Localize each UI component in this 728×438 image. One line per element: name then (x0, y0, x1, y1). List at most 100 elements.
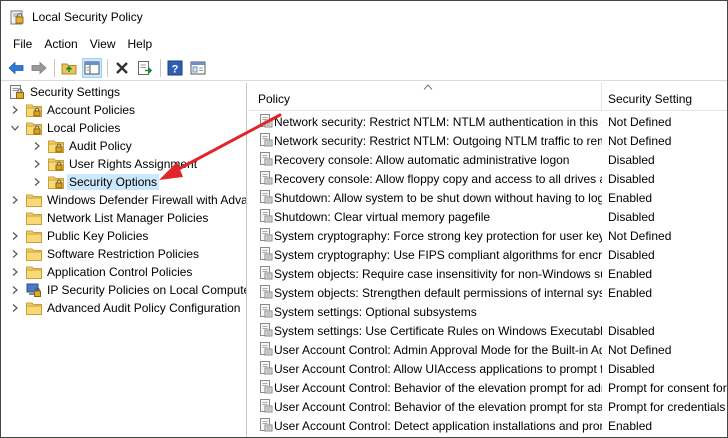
chevron-right-icon[interactable] (9, 284, 21, 296)
policy-security-setting: Not Defined (608, 115, 672, 129)
policy-name: System settings: Optional subsystems (274, 305, 477, 319)
security-policy-app-icon (10, 10, 24, 25)
forward-arrow-icon (31, 61, 47, 74)
tree-item-label: Account Policies (47, 103, 136, 117)
title-bar[interactable]: Local Security Policy (1, 1, 727, 33)
tree-item-label: Public Key Policies (47, 229, 149, 243)
policy-row[interactable]: System settings: Use Certificate Rules o… (249, 321, 727, 340)
properties-button[interactable] (188, 58, 208, 78)
show-hide-console-tree-button[interactable] (82, 57, 102, 78)
list-header: Policy Security Setting (249, 83, 727, 111)
ip-security-icon (26, 283, 42, 297)
column-header-security-setting[interactable]: Security Setting (608, 92, 692, 106)
policy-security-setting: Not Defined (608, 229, 672, 243)
tree-item-advanced-audit-policy-configuration[interactable]: Advanced Audit Policy Configuration (9, 299, 242, 317)
chevron-right-icon[interactable] (9, 266, 21, 278)
policy-security-setting: Not Defined (608, 134, 672, 148)
policy-row[interactable]: System settings: Optional subsystems (249, 302, 727, 321)
tree-item-ip-security-policies-on-local-computer[interactable]: IP Security Policies on Local Computer (9, 281, 246, 299)
tree-item-windows-defender-firewall-with-advanced-security[interactable]: Windows Defender Firewall with Advanced … (9, 191, 246, 209)
policy-icon (259, 247, 273, 261)
chevron-right-icon[interactable] (9, 230, 21, 242)
chevron-right-icon[interactable] (9, 194, 21, 206)
policy-security-setting: Enabled (608, 267, 653, 281)
policy-icon (259, 304, 273, 318)
forward-button[interactable] (29, 58, 49, 78)
tree-item-security-options[interactable]: Security Options (31, 173, 160, 191)
tree-item-network-list-manager-policies[interactable]: Network List Manager Policies (9, 209, 210, 227)
toolbar: ? (1, 55, 727, 81)
chevron-down-icon[interactable] (9, 122, 21, 134)
menu-view[interactable]: View (84, 37, 122, 51)
properties-icon (190, 61, 206, 74)
policy-row[interactable]: Shutdown: Allow system to be shut down w… (249, 188, 727, 207)
menu-help[interactable]: Help (122, 37, 159, 51)
policy-row[interactable]: User Account Control: Allow UIAccess app… (249, 359, 727, 378)
policy-icon (259, 228, 273, 242)
tree-item-label: Security Settings (30, 85, 121, 99)
policy-name: Network security: Restrict NTLM: Outgoin… (274, 134, 602, 148)
console-tree: Security Settings Account Policies Local P… (1, 83, 247, 437)
chevron-right-icon[interactable] (9, 302, 21, 314)
toolbar-separator (54, 58, 55, 77)
policy-name: User Account Control: Behavior of the el… (274, 381, 602, 395)
policy-security-setting: Disabled (608, 362, 655, 376)
folder-icon (26, 247, 42, 261)
tree-item-application-control-policies[interactable]: Application Control Policies (9, 263, 194, 281)
tree-item-local-policies[interactable]: Local Policies (9, 119, 122, 137)
folder-icon (26, 193, 42, 207)
tree-item-label: Security Options (67, 174, 160, 190)
policy-row[interactable]: Shutdown: Clear virtual memory pagefile D… (249, 207, 727, 226)
policy-security-setting: Disabled (608, 153, 655, 167)
tree-item-account-policies[interactable]: Account Policies (9, 101, 137, 119)
tree-item-public-key-policies[interactable]: Public Key Policies (9, 227, 150, 245)
policy-security-setting: Prompt for consent for non-Windows binar… (608, 381, 727, 395)
policy-icon (259, 209, 273, 223)
policy-icon (259, 399, 273, 413)
policy-row[interactable]: User Account Control: Detect application… (249, 416, 727, 435)
chevron-right-icon[interactable] (9, 248, 21, 260)
tree-item-security-settings[interactable]: Security Settings (9, 83, 122, 101)
delete-button[interactable] (112, 58, 132, 78)
policy-security-setting: Not Defined (608, 343, 672, 357)
policy-row[interactable]: Network security: Restrict NTLM: Outgoin… (249, 131, 727, 150)
column-header-policy[interactable]: Policy (258, 92, 290, 106)
tree-item-user-rights-assignment[interactable]: User Rights Assignment (31, 155, 199, 173)
policy-row[interactable]: System objects: Strengthen default permi… (249, 283, 727, 302)
menu-action[interactable]: Action (38, 37, 83, 51)
policy-security-setting: Enabled (608, 191, 653, 205)
policy-row[interactable]: System cryptography: Use FIPS compliant … (249, 245, 727, 264)
chevron-right-icon[interactable] (9, 104, 21, 116)
back-button[interactable] (6, 58, 26, 78)
locked-folder-icon (48, 175, 64, 189)
locked-folder-icon (26, 121, 42, 135)
policy-row[interactable]: Network security: Restrict NTLM: NTLM au… (249, 112, 727, 131)
policy-icon (259, 114, 273, 128)
policy-row[interactable]: System objects: Require case insensitivi… (249, 264, 727, 283)
policy-icon (259, 266, 273, 280)
folder-icon (26, 301, 42, 315)
locked-folder-icon (48, 157, 64, 171)
folder-icon (26, 229, 42, 243)
policy-icon (259, 342, 273, 356)
menu-file[interactable]: File (7, 37, 38, 51)
chevron-right-icon[interactable] (31, 176, 43, 188)
policy-row[interactable]: System cryptography: Force strong key pr… (249, 226, 727, 245)
policy-name: Network security: Restrict NTLM: NTLM au… (274, 115, 602, 129)
policy-row[interactable]: User Account Control: Admin Approval Mod… (249, 340, 727, 359)
column-divider[interactable] (601, 83, 602, 111)
tree-item-audit-policy[interactable]: Audit Policy (31, 137, 134, 155)
policy-row[interactable]: Recovery console: Allow automatic admini… (249, 150, 727, 169)
tree-item-software-restriction-policies[interactable]: Software Restriction Policies (9, 245, 201, 263)
policy-row[interactable]: User Account Control: Behavior of the el… (249, 397, 727, 416)
help-button[interactable]: ? (165, 58, 185, 78)
chevron-right-icon[interactable] (31, 140, 43, 152)
export-list-button[interactable] (135, 58, 155, 78)
show-hide-tree-icon (84, 61, 100, 74)
policy-row[interactable]: User Account Control: Behavior of the el… (249, 378, 727, 397)
policy-row[interactable]: Recovery console: Allow floppy copy and … (249, 169, 727, 188)
chevron-right-icon[interactable] (31, 158, 43, 170)
up-one-level-button[interactable] (59, 58, 79, 78)
tree-item-label: Network List Manager Policies (47, 211, 209, 225)
policy-name: System objects: Strengthen default permi… (274, 286, 602, 300)
